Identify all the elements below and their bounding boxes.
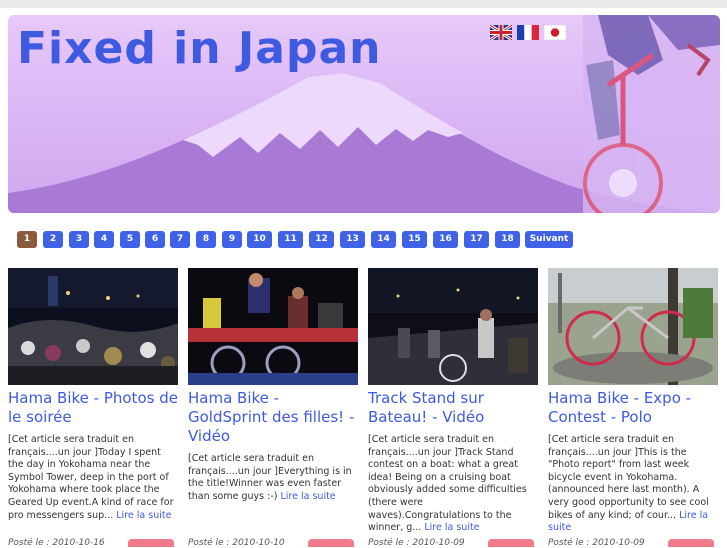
page-16-button[interactable]: 16	[433, 231, 458, 248]
page-2-button[interactable]: 2	[43, 231, 63, 248]
french-flag-icon[interactable]	[517, 25, 539, 40]
article-excerpt: [Cet article sera traduit en français...…	[548, 434, 709, 534]
page-13-button[interactable]: 13	[340, 231, 365, 248]
page-1-button[interactable]: 1	[17, 231, 37, 248]
page-11-button[interactable]: 11	[278, 231, 303, 248]
article-date: Posté le : 2010-10-09	[548, 538, 645, 548]
article-excerpt: [Cet article sera traduit en français...…	[368, 434, 527, 534]
page-12-button[interactable]: 12	[309, 231, 334, 248]
page-3-button[interactable]: 3	[69, 231, 89, 248]
language-switcher	[490, 25, 566, 40]
page-4-button[interactable]: 4	[94, 231, 114, 248]
page-17-button[interactable]: 17	[464, 231, 489, 248]
article-thumbnail[interactable]	[188, 268, 358, 385]
article-title[interactable]: Track Stand sur Bateau! - Vidéo	[368, 389, 538, 427]
japanese-flag-icon[interactable]	[544, 25, 566, 40]
comment-badge[interactable]	[668, 539, 714, 547]
page-9-button[interactable]: 9	[222, 231, 242, 248]
comment-badge[interactable]	[488, 539, 534, 547]
article-title[interactable]: Hama Bike - GoldSprint des filles! - Vid…	[188, 389, 358, 446]
site-banner: Fixed in Japan	[8, 15, 720, 213]
article-thumbnail[interactable]	[368, 268, 538, 385]
top-bar	[0, 0, 727, 8]
article-card: Track Stand sur Bateau! - Vidéo [Cet art…	[368, 268, 538, 548]
article-card: Hama Bike - Photos de le soirée [Cet art…	[8, 268, 178, 548]
article-date: Posté le : 2010-10-09	[368, 538, 465, 548]
article-date: Posté le : 2010-10-10	[188, 538, 285, 548]
page-8-button[interactable]: 8	[196, 231, 216, 248]
article-card: Hama Bike - GoldSprint des filles! - Vid…	[188, 268, 358, 548]
page-10-button[interactable]: 10	[247, 231, 272, 248]
page-5-button[interactable]: 5	[120, 231, 140, 248]
article-thumbnail[interactable]	[548, 268, 718, 385]
article-title[interactable]: Hama Bike - Photos de le soirée	[8, 389, 178, 427]
english-flag-icon[interactable]	[490, 25, 512, 40]
page-18-button[interactable]: 18	[495, 231, 520, 248]
page-6-button[interactable]: 6	[145, 231, 165, 248]
article-title[interactable]: Hama Bike - Expo - Contest - Polo	[548, 389, 718, 427]
article-excerpt: [Cet article sera traduit en français...…	[188, 453, 352, 502]
read-more-link[interactable]: Lire la suite	[281, 491, 336, 502]
comment-badge[interactable]	[308, 539, 354, 547]
page-14-button[interactable]: 14	[371, 231, 396, 248]
site-title[interactable]: Fixed in Japan	[17, 23, 381, 74]
article-card: Hama Bike - Expo - Contest - Polo [Cet a…	[548, 268, 718, 548]
article-date: Posté le : 2010-10-16	[8, 538, 105, 548]
comment-badge[interactable]	[128, 539, 174, 547]
article-thumbnail[interactable]	[8, 268, 178, 385]
read-more-link[interactable]: Lire la suite	[116, 510, 171, 521]
page-7-button[interactable]: 7	[170, 231, 190, 248]
next-page-button[interactable]: Suivant	[525, 231, 573, 248]
page-15-button[interactable]: 15	[402, 231, 427, 248]
read-more-link[interactable]: Lire la suite	[424, 522, 479, 533]
article-excerpt: [Cet article sera traduit en français...…	[8, 434, 174, 521]
